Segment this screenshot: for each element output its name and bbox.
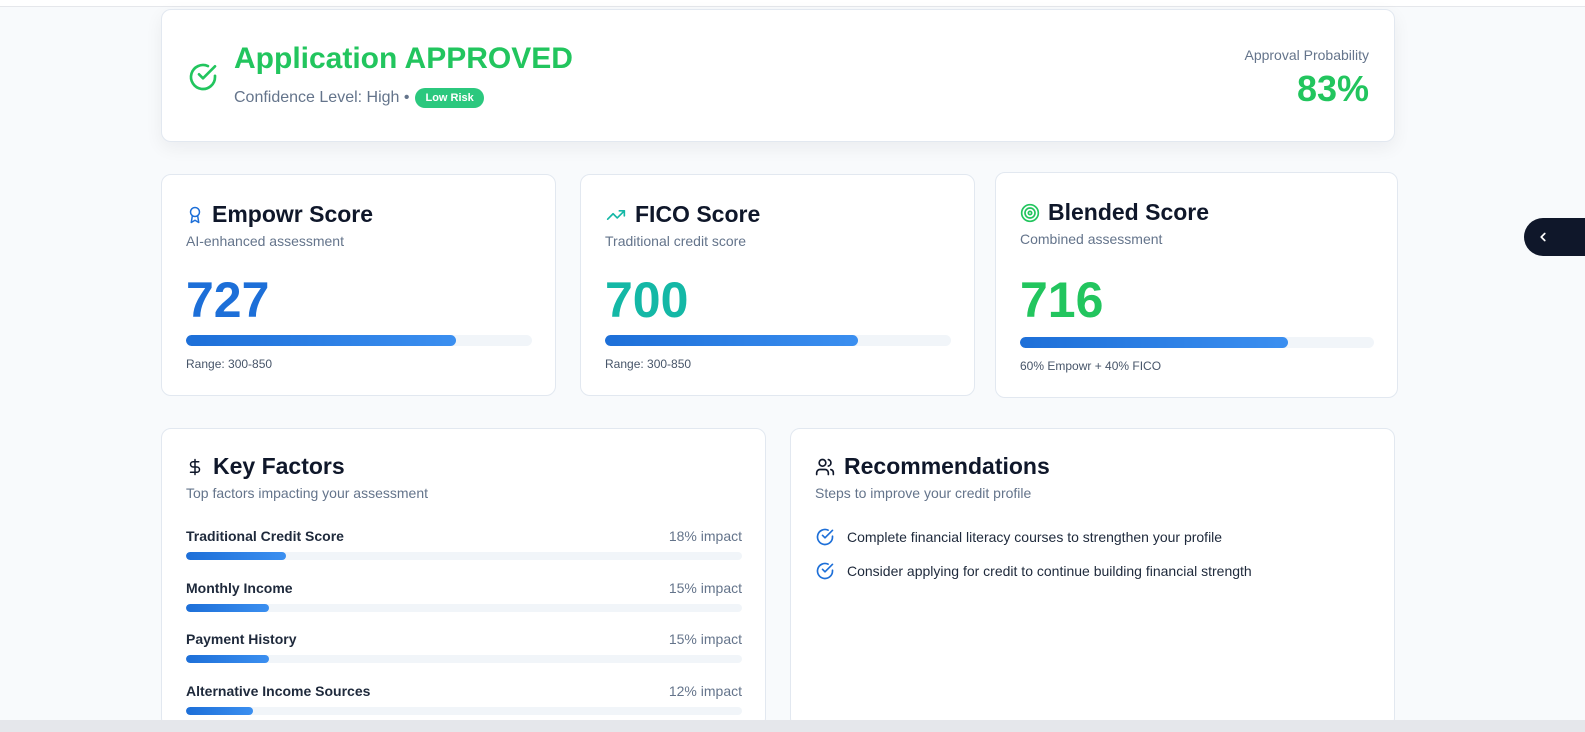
score-bar	[186, 335, 532, 346]
factor-bar	[186, 552, 742, 560]
blended-score-card: Blended Score Combined assessment 716 60…	[995, 172, 1398, 398]
score-value: 727	[186, 272, 270, 328]
empowr-score-card: Empowr Score AI-enhanced assessment 727 …	[161, 174, 556, 396]
factor-impact: 15% impact	[668, 631, 742, 647]
factor-item: Traditional Credit Score 18% impact	[186, 528, 742, 568]
check-circle-icon	[816, 528, 834, 546]
score-description: Traditional credit score	[605, 233, 747, 249]
factor-bar-fill	[186, 707, 253, 715]
recommendation-item: Consider applying for credit to continue…	[815, 561, 1252, 581]
score-description: Combined assessment	[1020, 231, 1163, 247]
recommendation-text: Consider applying for credit to continue…	[847, 563, 1252, 579]
card-header: Recommendations	[815, 453, 1050, 480]
score-title: FICO Score	[635, 201, 761, 227]
factor-bar-fill	[186, 604, 270, 612]
factor-bar-fill	[186, 655, 270, 663]
factor-bar	[186, 655, 742, 663]
award-icon	[189, 206, 201, 223]
fico-score-card: FICO Score Traditional credit score 700 …	[580, 174, 975, 396]
factor-name: Payment History	[186, 631, 297, 647]
target-icon	[1020, 203, 1040, 222]
card-title: Recommendations	[844, 453, 1050, 479]
risk-badge: Low Risk	[415, 88, 484, 108]
score-title: Blended Score	[1048, 199, 1210, 225]
factor-impact: 15% impact	[668, 580, 742, 596]
probability-value: 83%	[1296, 68, 1369, 109]
score-value: 700	[605, 272, 689, 328]
score-title: Empowr Score	[212, 201, 374, 227]
score-formula: 60% Empowr + 40% FICO	[1020, 359, 1162, 373]
score-range: Range: 300-850	[186, 357, 273, 371]
card-description: Top factors impacting your assessment	[186, 485, 428, 501]
chevron-left-icon	[1540, 232, 1546, 242]
card-header: Blended Score	[1020, 199, 1209, 226]
confidence-label: Confidence Level: High •	[234, 89, 410, 106]
approval-card: Application APPROVED Confidence Level: H…	[161, 9, 1395, 142]
check-circle-icon	[816, 562, 834, 580]
card-header: FICO Score	[605, 201, 760, 228]
factor-item: Monthly Income 15% impact	[186, 580, 742, 620]
score-value: 716	[1020, 272, 1104, 328]
factor-impact: 12% impact	[668, 683, 742, 699]
card-title: Key Factors	[213, 453, 345, 479]
sidebar-toggle-button[interactable]	[1524, 218, 1585, 256]
factor-bar	[186, 604, 742, 612]
score-range: Range: 300-850	[605, 357, 692, 371]
card-description: Steps to improve your credit profile	[815, 485, 1032, 501]
factor-name: Traditional Credit Score	[186, 528, 344, 544]
factor-name: Alternative Income Sources	[186, 683, 371, 699]
score-bar	[1020, 337, 1374, 348]
factor-name: Monthly Income	[186, 580, 293, 596]
users-icon	[815, 458, 835, 475]
card-header: Empowr Score	[186, 201, 373, 228]
dollar-icon	[189, 458, 201, 475]
factor-impact: 18% impact	[668, 528, 742, 544]
factor-bar-fill	[186, 552, 287, 560]
score-description: AI-enhanced assessment	[186, 233, 344, 249]
score-bar-fill	[1020, 337, 1288, 348]
factor-bar	[186, 707, 742, 715]
probability-label: Approval Probability	[1244, 47, 1369, 63]
recommendation-item: Complete financial literacy courses to s…	[815, 527, 1222, 547]
key-factors-card: Key Factors Top factors impacting your a…	[161, 428, 766, 728]
score-bar-fill	[186, 335, 456, 346]
score-bar-fill	[605, 335, 858, 346]
card-header: Key Factors	[186, 453, 345, 480]
score-bar	[605, 335, 951, 346]
trending-up-icon	[606, 209, 626, 220]
check-circle-icon	[189, 63, 217, 91]
recommendation-text: Complete financial literacy courses to s…	[847, 529, 1223, 545]
confidence-row: Confidence Level: High • Low Risk	[234, 88, 484, 108]
top-border	[0, 0, 1585, 7]
factor-item: Payment History 15% impact	[186, 631, 742, 671]
factor-item: Alternative Income Sources 12% impact	[186, 683, 742, 723]
approval-title: Application APPROVED	[234, 42, 573, 75]
recommendations-card: Recommendations Steps to improve your cr…	[790, 428, 1395, 728]
bottom-border	[0, 720, 1585, 732]
